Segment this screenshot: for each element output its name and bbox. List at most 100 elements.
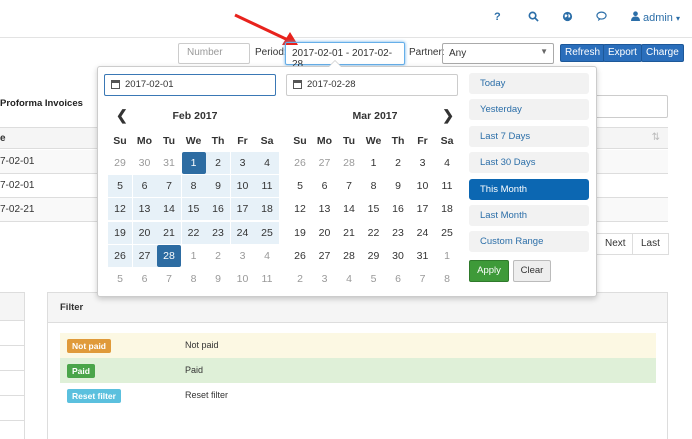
- status-badge[interactable]: Not paid: [67, 339, 111, 353]
- calendar-day[interactable]: 25: [255, 221, 279, 244]
- range-option[interactable]: Yesterday: [469, 99, 589, 121]
- calendar-day[interactable]: 5: [288, 175, 312, 197]
- calendar-day[interactable]: 6: [132, 175, 157, 198]
- calendar-day[interactable]: 24: [411, 222, 435, 244]
- calendar-day[interactable]: 2: [386, 152, 410, 174]
- calendar-day[interactable]: 8: [181, 175, 206, 198]
- calendar-day[interactable]: 10: [230, 175, 255, 198]
- calendar-day[interactable]: 20: [132, 221, 157, 244]
- calendar-day[interactable]: 11: [255, 268, 279, 290]
- calendar-day[interactable]: 9: [206, 268, 230, 290]
- calendar-day[interactable]: 1: [435, 245, 459, 267]
- next-month-icon[interactable]: ❯: [442, 107, 454, 124]
- calendar-day[interactable]: 9: [386, 175, 410, 197]
- calendar-day[interactable]: 30: [386, 245, 410, 267]
- calendar-day[interactable]: 6: [133, 268, 157, 290]
- charge-button[interactable]: Charge: [641, 44, 684, 62]
- calendar-day[interactable]: 19: [108, 221, 132, 244]
- calendar-day[interactable]: 2: [206, 152, 230, 174]
- end-date-input[interactable]: 2017-02-28: [286, 74, 458, 96]
- calendar-day[interactable]: 1: [181, 152, 206, 174]
- calendar-day[interactable]: 16: [206, 198, 230, 221]
- calendar-day[interactable]: 24: [230, 221, 255, 244]
- sort-icon[interactable]: ⇅: [652, 132, 660, 143]
- pager-last-button[interactable]: Last: [632, 233, 669, 255]
- refresh-button[interactable]: Refresh: [560, 44, 606, 62]
- calendar-day[interactable]: 23: [206, 221, 230, 244]
- start-date-input[interactable]: 2017-02-01: [104, 74, 276, 96]
- apply-button[interactable]: Apply: [469, 260, 509, 282]
- calendar-day[interactable]: 11: [255, 175, 279, 198]
- calendar-day[interactable]: 2: [206, 245, 230, 267]
- calendar-day[interactable]: 3: [313, 268, 337, 290]
- number-input[interactable]: Number: [178, 43, 250, 64]
- range-option[interactable]: Today: [469, 73, 589, 94]
- calendar-day[interactable]: 10: [411, 175, 435, 197]
- calendar-day[interactable]: 4: [255, 152, 279, 174]
- calendar-day[interactable]: 7: [157, 175, 181, 198]
- calendar-day[interactable]: 9: [206, 175, 230, 198]
- calendar-day[interactable]: 8: [362, 175, 386, 197]
- calendar-day[interactable]: 13: [313, 198, 337, 220]
- calendar-day[interactable]: 17: [230, 198, 255, 221]
- calendar-day[interactable]: 11: [435, 175, 459, 197]
- calendar-day[interactable]: 21: [337, 222, 361, 244]
- calendar-day[interactable]: 10: [231, 268, 255, 290]
- calendar-day[interactable]: 15: [181, 198, 206, 221]
- calendar-day[interactable]: 13: [132, 198, 157, 221]
- calendar-day[interactable]: 1: [362, 152, 386, 174]
- partner-select[interactable]: Any ▼: [442, 43, 554, 64]
- chat-icon[interactable]: [596, 11, 607, 25]
- calendar-day[interactable]: 31: [411, 245, 435, 267]
- calendar-day[interactable]: 7: [157, 268, 181, 290]
- calendar-day[interactable]: 1: [182, 245, 206, 267]
- clear-button[interactable]: Clear: [513, 260, 551, 282]
- calendar-day[interactable]: 25: [435, 222, 459, 244]
- calendar-day[interactable]: 18: [435, 198, 459, 220]
- range-option[interactable]: Last Month: [469, 205, 589, 226]
- calendar-day[interactable]: 12: [108, 198, 132, 221]
- calendar-day[interactable]: 14: [337, 198, 361, 220]
- calendar-day[interactable]: 4: [255, 245, 279, 267]
- range-option[interactable]: Last 30 Days: [469, 152, 589, 174]
- calendar-day[interactable]: 26: [108, 244, 132, 267]
- calendar-day[interactable]: 3: [230, 152, 255, 174]
- calendar-day[interactable]: 21: [157, 221, 181, 244]
- calendar-day[interactable]: 22: [362, 222, 386, 244]
- filter-row-paid[interactable]: Paid Paid: [60, 358, 656, 383]
- calendar-day[interactable]: 3: [231, 245, 255, 267]
- range-option[interactable]: Last 7 Days: [469, 125, 589, 147]
- calendar-day[interactable]: 20: [313, 222, 337, 244]
- calendar-day[interactable]: 12: [288, 198, 312, 220]
- calendar-day[interactable]: 4: [337, 268, 361, 290]
- calendar-day[interactable]: 30: [133, 152, 157, 174]
- calendar-day[interactable]: 2: [288, 268, 312, 290]
- range-option[interactable]: Custom Range: [469, 231, 589, 253]
- calendar-day[interactable]: 28: [157, 244, 181, 267]
- user-menu[interactable]: admin ▾: [630, 11, 680, 24]
- globe-icon[interactable]: [562, 11, 573, 25]
- calendar-day[interactable]: 8: [435, 268, 459, 290]
- calendar-day[interactable]: 3: [411, 152, 435, 174]
- calendar-day[interactable]: 15: [362, 198, 386, 220]
- calendar-day[interactable]: 18: [255, 198, 279, 221]
- table-search-input[interactable]: [590, 95, 668, 118]
- calendar-day[interactable]: 6: [386, 268, 410, 290]
- calendar-day[interactable]: 4: [435, 152, 459, 174]
- calendar-day[interactable]: 23: [386, 222, 410, 244]
- calendar-day[interactable]: 19: [288, 222, 312, 244]
- calendar-day[interactable]: 5: [362, 268, 386, 290]
- calendar-day[interactable]: 26: [288, 152, 312, 174]
- range-option[interactable]: This Month: [469, 178, 589, 200]
- calendar-day[interactable]: 29: [362, 245, 386, 267]
- calendar-day[interactable]: 5: [108, 175, 132, 198]
- period-input[interactable]: 2017-02-01 - 2017-02-28: [285, 42, 405, 70]
- calendar-day[interactable]: 22: [181, 221, 206, 244]
- calendar-day[interactable]: 6: [313, 175, 337, 197]
- calendar-day[interactable]: 28: [337, 245, 361, 267]
- calendar-day[interactable]: 16: [386, 198, 410, 220]
- filter-row-reset[interactable]: Reset filter Reset filter: [60, 383, 656, 408]
- help-icon[interactable]: ?: [494, 11, 501, 23]
- calendar-day[interactable]: 28: [337, 152, 361, 174]
- calendar-day[interactable]: 5: [108, 268, 132, 290]
